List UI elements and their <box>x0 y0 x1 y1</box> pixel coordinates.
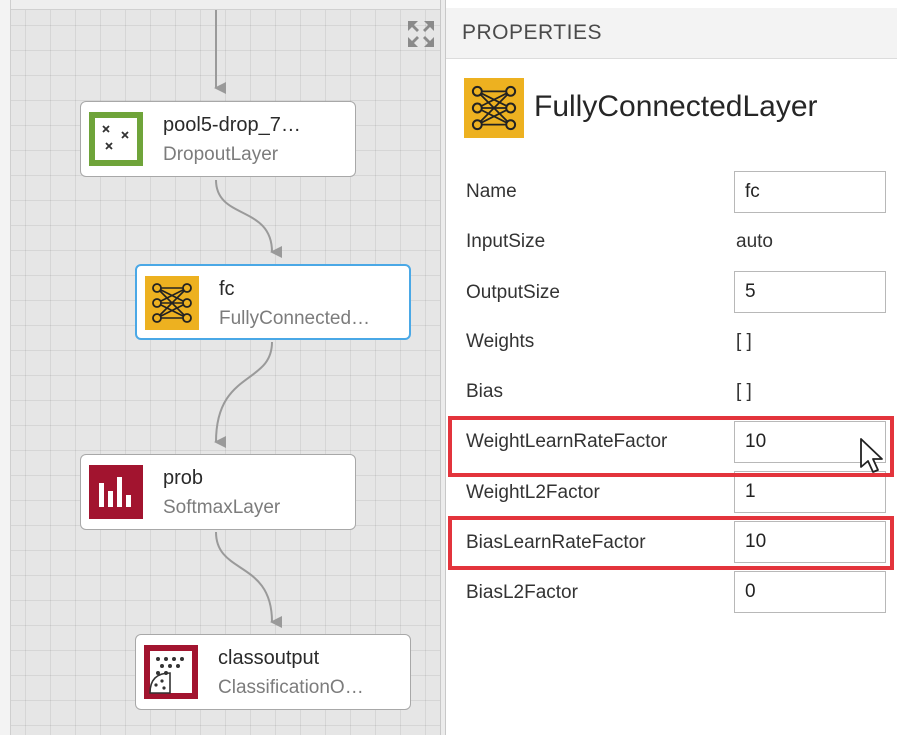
bias-l2-factor-label: BiasL2Factor <box>466 582 578 603</box>
layer-node-fc[interactable]: fc FullyConnected… <box>135 264 411 340</box>
weight-l2-factor-field[interactable] <box>734 471 886 513</box>
fully-connected-icon <box>464 78 524 138</box>
weight-l2-factor-label: WeightL2Factor <box>466 482 600 503</box>
connection-fc-to-prob <box>214 341 273 449</box>
bias-label: Bias <box>466 381 503 402</box>
classification-icon <box>144 645 198 699</box>
fully-connected-icon <box>145 276 199 330</box>
node-title: classoutput <box>218 647 320 669</box>
node-subtitle: ClassificationO… <box>218 677 364 698</box>
connection-prob-to-classoutput <box>215 531 283 628</box>
layer-node-pool5[interactable]: pool5-drop_7… DropoutLayer <box>80 101 356 177</box>
bias-learn-rate-highlight <box>448 516 894 570</box>
node-subtitle: FullyConnected… <box>219 308 371 329</box>
weights-label: Weights <box>466 331 535 352</box>
node-subtitle: DropoutLayer <box>163 144 279 165</box>
connection-pool5-to-fc <box>215 179 283 258</box>
node-title: fc <box>219 278 235 300</box>
properties-title: PROPERTIES <box>462 21 602 44</box>
bias-value: [ ] <box>736 381 752 402</box>
name-field[interactable] <box>734 171 886 213</box>
network-canvas[interactable]: pool5-drop_7… DropoutLayer fc FullyConne… <box>0 0 440 735</box>
input-size-value: auto <box>736 231 773 252</box>
properties-header: PROPERTIES <box>446 8 897 59</box>
mouse-cursor-icon <box>858 437 890 477</box>
node-title: prob <box>163 467 204 489</box>
properties-panel: PROPERTIES FullyConnectedLayer Name Inpu… <box>446 0 897 735</box>
layer-node-classoutput[interactable]: classoutput ClassificationO… <box>135 634 411 710</box>
layer-type-title: FullyConnectedLayer <box>534 90 818 123</box>
name-label: Name <box>466 181 517 202</box>
weight-learn-rate-highlight <box>448 416 894 477</box>
node-subtitle: SoftmaxLayer <box>163 497 281 518</box>
expand-arrows-icon[interactable] <box>406 19 436 49</box>
input-size-label: InputSize <box>466 231 546 252</box>
weights-value: [ ] <box>736 331 752 352</box>
bias-l2-factor-field[interactable] <box>734 571 886 613</box>
output-size-field[interactable] <box>734 271 886 313</box>
node-title: pool5-drop_7… <box>163 114 301 136</box>
output-size-label: OutputSize <box>466 282 560 303</box>
dropout-icon <box>89 112 143 166</box>
softmax-icon <box>89 465 143 519</box>
layer-node-prob[interactable]: prob SoftmaxLayer <box>80 454 356 530</box>
